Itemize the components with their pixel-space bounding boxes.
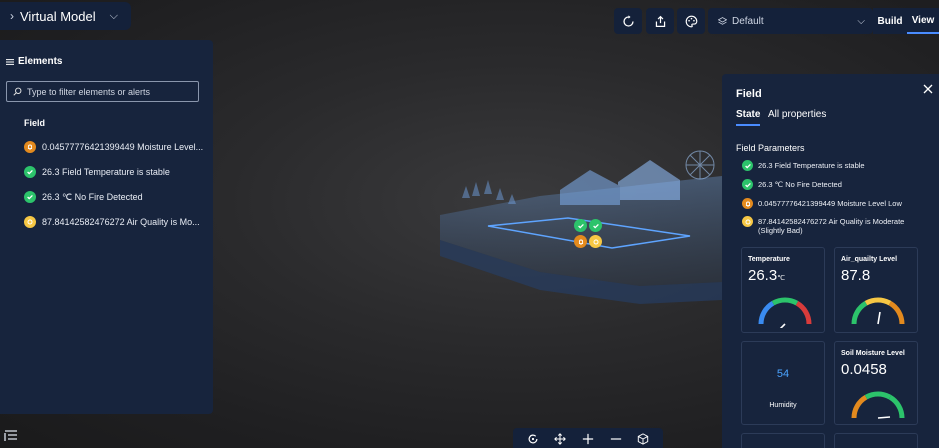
search-icon	[13, 87, 22, 96]
check-circle-icon	[24, 166, 36, 178]
bell-icon	[742, 198, 753, 209]
parameter-item[interactable]: 87.84142582476272 Air Quality is Moderat…	[742, 216, 932, 235]
check-icon	[577, 223, 584, 229]
elements-search-box[interactable]	[6, 81, 199, 102]
tree-row	[462, 180, 516, 204]
soil-moisture-gauge	[851, 391, 905, 419]
humidity-card[interactable]: 54 Humidity	[741, 341, 825, 425]
humidity-value: 54	[776, 368, 790, 380]
zoom-in-button[interactable]	[579, 430, 597, 448]
temperature-gauge	[758, 297, 812, 328]
soil-moisture-title: Soil Moisture Level	[841, 350, 905, 357]
scene-ok-marker[interactable]	[574, 219, 587, 232]
orbit-button[interactable]	[524, 430, 542, 448]
gauge-needle	[779, 323, 786, 328]
viewport-toolbar	[513, 428, 663, 448]
scene-alert-marker[interactable]	[574, 235, 587, 248]
element-alert-text: 26.3 Field Temperature is stable	[42, 167, 170, 177]
tab-state[interactable]: State	[736, 109, 761, 126]
scene-ok-marker[interactable]	[589, 219, 602, 232]
element-alert-text: 87.84142582476272 Air Quality is Mo...	[42, 217, 200, 227]
windmill-model	[685, 150, 715, 180]
air-quality-title: Air_quailty Level	[841, 256, 898, 263]
parameter-text: 0.04577776421399449 Moisture Level Low	[758, 199, 902, 208]
parameter-text: 26.3 Field Temperature is stable	[758, 161, 865, 170]
check-icon	[592, 223, 599, 229]
element-group-field[interactable]: Field	[24, 118, 45, 128]
temperature-value: 26.3℃	[748, 267, 785, 284]
warning-icon	[593, 239, 598, 244]
warning-icon	[742, 216, 753, 227]
list-icon	[6, 58, 14, 65]
house-model	[560, 160, 680, 205]
parameter-text: 87.84142582476272 Air Quality is Moderat…	[758, 217, 905, 235]
elements-panel-toggle[interactable]	[4, 428, 18, 442]
scene-warning-marker[interactable]	[589, 235, 602, 248]
elements-search-input[interactable]	[27, 86, 197, 97]
soil-moisture-value: 0.0458	[841, 361, 887, 378]
list-icon	[4, 430, 17, 441]
cube-view-icon	[637, 433, 649, 445]
element-alert-text: 26.3 ℃ No Fire Detected	[42, 191, 143, 202]
temperature-unit: ℃	[777, 275, 786, 282]
air-quality-gauge	[851, 297, 905, 325]
property-card[interactable]	[741, 433, 825, 448]
check-circle-icon	[742, 179, 753, 190]
element-alert-item[interactable]: 87.84142582476272 Air Quality is Mo...	[24, 215, 200, 229]
bell-icon	[578, 239, 583, 245]
warning-icon	[24, 216, 36, 228]
temperature-card[interactable]: Temperature 26.3℃	[741, 247, 825, 333]
element-alert-item[interactable]: 0.04577776421399449 Moisture Level...	[24, 140, 203, 154]
parameter-item[interactable]: 26.3 ℃ No Fire Detected	[742, 179, 932, 190]
parameter-item[interactable]: 26.3 Field Temperature is stable	[742, 160, 932, 171]
elements-panel-header: Elements	[6, 56, 62, 67]
property-card[interactable]	[834, 433, 918, 448]
humidity-title: Humidity	[769, 402, 797, 409]
cube-view-button[interactable]	[634, 430, 652, 448]
close-button[interactable]	[922, 83, 936, 97]
temperature-title: Temperature	[748, 256, 790, 263]
parameter-text: 26.3 ℃ No Fire Detected	[758, 180, 842, 189]
pan-icon	[554, 433, 567, 445]
pan-button[interactable]	[551, 430, 569, 448]
element-alert-item[interactable]: 26.3 ℃ No Fire Detected	[24, 190, 143, 204]
air-quality-value: 87.8	[841, 267, 871, 284]
parameter-item[interactable]: 0.04577776421399449 Moisture Level Low	[742, 198, 932, 209]
elements-panel: Elements Field 0.04577776421399449 Moist…	[0, 40, 213, 414]
field-panel-title: Field	[736, 88, 762, 100]
zoom-in-icon	[582, 433, 594, 445]
gauge-needle	[877, 311, 881, 325]
gauge-needle	[877, 416, 891, 419]
elements-panel-title: Elements	[18, 56, 63, 67]
bell-icon	[24, 141, 36, 153]
soil-moisture-card[interactable]: Soil Moisture Level 0.0458	[834, 341, 918, 425]
temperature-number: 26.3	[748, 267, 778, 284]
field-parameters-heading: Field Parameters	[736, 143, 805, 153]
tab-all-properties[interactable]: All properties	[768, 109, 826, 120]
field-details-panel: Field State All properties Field Paramet…	[722, 74, 939, 448]
check-circle-icon	[742, 160, 753, 171]
zoom-out-icon	[610, 438, 621, 440]
close-icon	[923, 84, 933, 94]
check-circle-icon	[24, 191, 36, 203]
element-alert-text: 0.04577776421399449 Moisture Level...	[42, 142, 204, 152]
zoom-out-button[interactable]	[607, 430, 625, 448]
orbit-icon	[528, 434, 538, 444]
air-quality-card[interactable]: Air_quailty Level 87.8	[834, 247, 918, 333]
element-alert-item[interactable]: 26.3 Field Temperature is stable	[24, 165, 170, 179]
